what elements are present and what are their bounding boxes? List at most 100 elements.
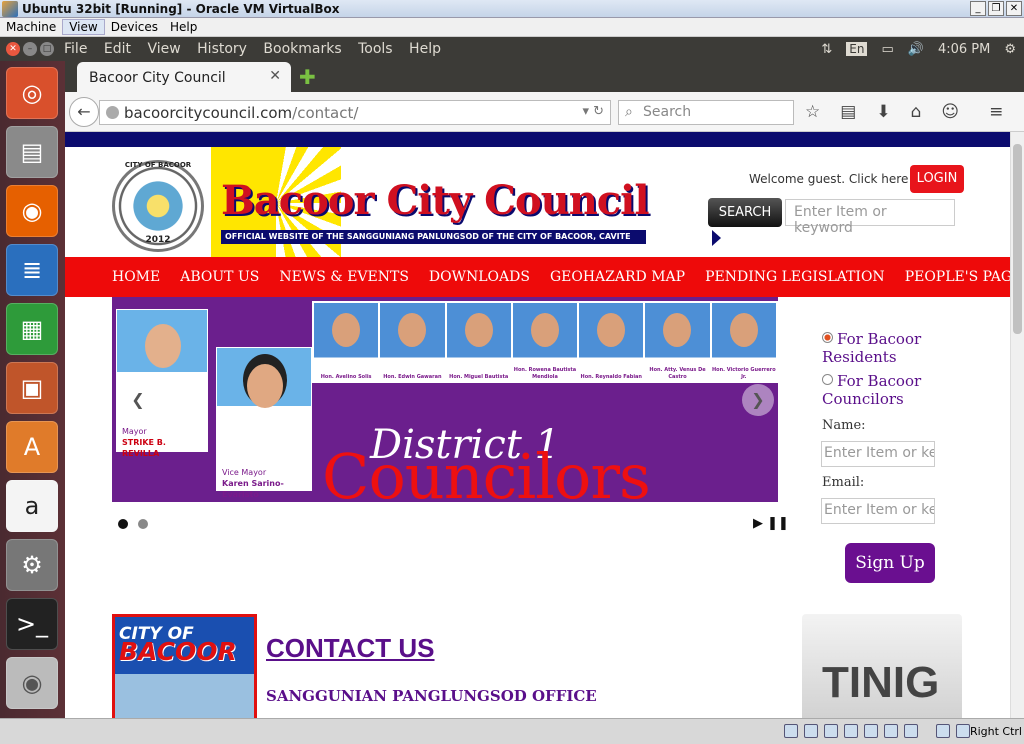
tab-close-icon[interactable]: ✕ [269, 68, 281, 84]
menu-bookmarks[interactable]: Bookmarks [263, 41, 341, 57]
councilor-card: Hon. Rowena Bautista Mendiola [512, 303, 578, 381]
terminal-icon[interactable]: >_ [6, 598, 58, 650]
optical-drive-icon[interactable] [804, 724, 818, 738]
vbox-menu-view[interactable]: View [62, 19, 105, 35]
nav-peoples-page[interactable]: PEOPLE'S PAGE [905, 269, 1010, 285]
amazon-icon[interactable]: a [6, 480, 58, 532]
menu-tools[interactable]: Tools [358, 41, 393, 57]
menu-edit[interactable]: Edit [104, 41, 131, 57]
back-arrow-icon[interactable]: ← [69, 97, 99, 127]
nav-home[interactable]: HOME [112, 269, 160, 285]
files-icon[interactable]: ▤ [6, 126, 58, 178]
radio-residents[interactable]: For Bacoor Residents [822, 330, 952, 366]
city-seal-logo[interactable]: CITY OF BACOOR 2012 [112, 160, 204, 252]
new-tab-icon[interactable]: ✚ [299, 65, 316, 89]
virtualbox-statusbar: Right Ctrl [0, 718, 1024, 744]
dvd-icon[interactable]: ◉ [6, 657, 58, 709]
firefox-icon[interactable]: ◉ [6, 185, 58, 237]
seal-year: 2012 [145, 235, 171, 245]
hamburger-menu-icon[interactable]: ≡ [989, 102, 1003, 122]
window-close-icon[interactable]: ✕ [6, 42, 20, 56]
login-button[interactable]: LOGIN [910, 165, 964, 193]
councilor-card: Hon. Reynaldo Fabian [579, 303, 644, 381]
councilor-card: Hon. Victorio Guerrero Jr. [711, 303, 776, 381]
reload-icon[interactable]: ▾ ↻ [582, 104, 604, 119]
contact-us-title[interactable]: CONTACT US [266, 633, 435, 664]
nav-downloads[interactable]: DOWNLOADS [429, 269, 530, 285]
councilor-card: Hon. Miguel Bautista [446, 303, 511, 381]
slider-dot-2[interactable] [138, 519, 148, 529]
browser-tab[interactable]: Bacoor City Council ✕ [77, 62, 291, 92]
ubuntu-dash-icon[interactable]: ◎ [6, 67, 58, 119]
reading-list-icon[interactable]: ▤ [840, 102, 856, 122]
radio-unselected-icon[interactable] [822, 374, 833, 385]
menu-history[interactable]: History [197, 41, 247, 57]
hdd-icon[interactable] [784, 724, 798, 738]
bookmark-star-icon[interactable]: ☆ [805, 102, 820, 122]
system-settings-icon[interactable]: ⚙ [6, 539, 58, 591]
guest-additions-icon[interactable] [936, 724, 950, 738]
video-capture-icon[interactable] [904, 724, 918, 738]
menu-help[interactable]: Help [409, 41, 441, 57]
menu-view[interactable]: View [147, 41, 180, 57]
top-stripe [65, 132, 1010, 147]
city-of-bacoor-image: CITY OF BACOOR [112, 614, 257, 718]
network-transfer-icon[interactable]: ⇅ [821, 42, 832, 57]
shared-folder-icon[interactable] [864, 724, 878, 738]
home-icon[interactable]: ⌂ [911, 102, 922, 122]
tinig-banner[interactable]: TINIG [802, 614, 962, 718]
radio-councilors[interactable]: For Bacoor Councilors [822, 372, 952, 408]
volume-icon[interactable]: 🔊 [908, 42, 924, 57]
browser-search-placeholder: Search [643, 104, 692, 120]
writer-icon[interactable]: ≣ [6, 244, 58, 296]
vbox-menu-devices[interactable]: Devices [105, 20, 164, 34]
nav-geohazard-map[interactable]: GEOHAZARD MAP [550, 269, 685, 285]
slider-next-icon[interactable]: ❯ [742, 384, 774, 416]
network-icon[interactable] [844, 724, 858, 738]
window-minimize-icon[interactable]: – [23, 42, 37, 56]
site-banner: Bacoor City Council OFFICIAL WEBSITE OF … [211, 147, 651, 259]
radio-selected-icon[interactable] [822, 332, 833, 343]
vbox-menu-help[interactable]: Help [164, 20, 203, 34]
display-icon[interactable] [884, 724, 898, 738]
name-input[interactable]: Enter Item or keyword [821, 441, 935, 467]
window-maximize-icon[interactable]: □ [40, 42, 54, 56]
keyboard-layout-indicator[interactable]: En [846, 42, 868, 56]
calc-icon[interactable]: ▦ [6, 303, 58, 355]
downloads-icon[interactable]: ⬇ [876, 102, 890, 122]
site-search-input[interactable]: Enter Item or keyword [785, 199, 955, 236]
minimize-icon[interactable]: _ [970, 1, 986, 16]
chat-icon[interactable]: ☺ [941, 102, 959, 122]
mayor-name: STRIKE B. REVILLA [122, 438, 166, 458]
nav-news-events[interactable]: NEWS & EVENTS [279, 269, 409, 285]
host-key-label: Right Ctrl [969, 725, 1022, 738]
slider-play-pause-icon[interactable]: ▶ ❚❚ [753, 516, 789, 531]
impress-icon[interactable]: ▣ [6, 362, 58, 414]
site-search-button[interactable]: SEARCH [708, 198, 782, 227]
battery-icon[interactable]: ▭ [881, 42, 893, 57]
sign-up-button[interactable]: Sign Up [845, 543, 935, 583]
nav-about-us[interactable]: ABOUT US [180, 269, 259, 285]
vbox-menu-machine[interactable]: Machine [0, 20, 62, 34]
clock[interactable]: 4:06 PM [938, 42, 990, 57]
slider-dot-1[interactable] [118, 519, 128, 529]
mouse-integration-icon[interactable] [956, 724, 970, 738]
scrollbar-thumb[interactable] [1013, 144, 1022, 334]
system-gear-icon[interactable]: ⚙ [1004, 42, 1016, 57]
nav-pending-legislation[interactable]: PENDING LEGISLATION [705, 269, 885, 285]
ubuntu-top-panel: ✕ – □ File Edit View History Bookmarks T… [0, 37, 1024, 61]
office-heading: SANGGUNIAN PANGLUNGSOD OFFICE [266, 687, 597, 705]
restore-icon[interactable]: ❐ [988, 1, 1004, 16]
councilor-card: Hon. Edwin Gawaran [380, 303, 445, 381]
email-input[interactable]: Enter Item or keyword [821, 498, 935, 524]
page-scrollbar[interactable] [1010, 132, 1024, 718]
menu-file[interactable]: File [64, 41, 87, 57]
close-icon[interactable]: ✕ [1006, 1, 1022, 16]
browser-search-input[interactable]: ⌕ Search [618, 100, 794, 125]
software-center-icon[interactable]: A [6, 421, 58, 473]
name-label: Name: [822, 418, 866, 433]
usb-icon[interactable] [824, 724, 838, 738]
url-bar[interactable]: bacoorcitycouncil.com/contact/ ▾ ↻ [99, 100, 611, 125]
city-label-big: BACOOR [119, 637, 237, 666]
slider-prev-icon[interactable]: ❮ [122, 384, 154, 416]
